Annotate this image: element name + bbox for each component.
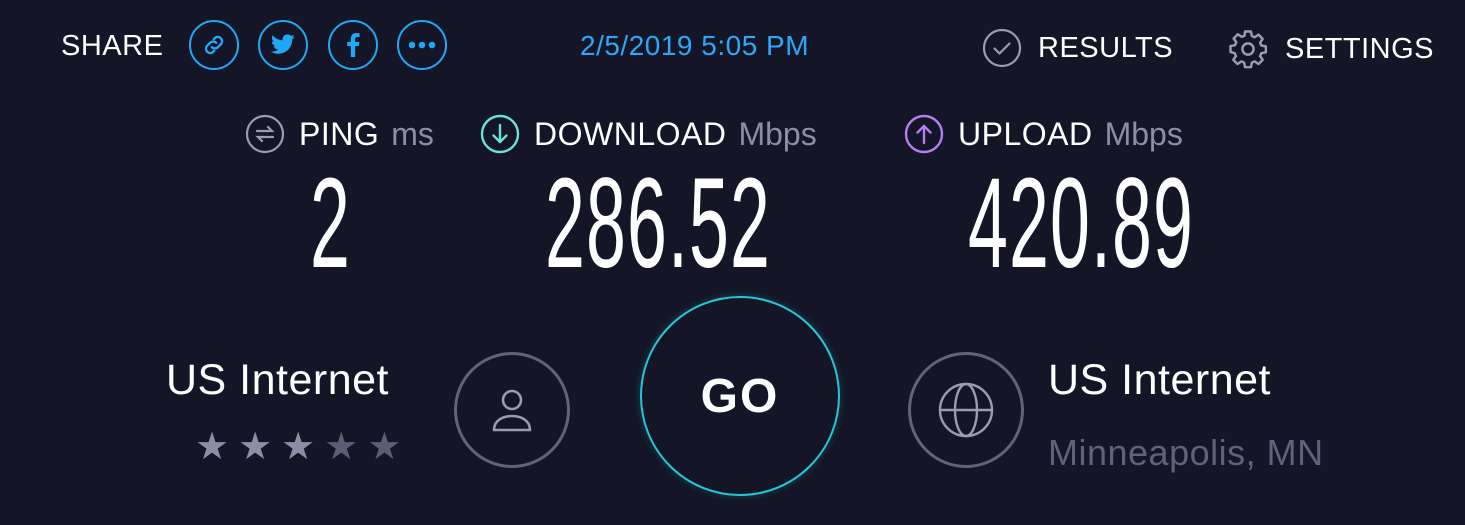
star-icon[interactable]: ★ <box>238 428 272 466</box>
isp-name: US Internet <box>166 356 389 404</box>
star-icon[interactable]: ★ <box>195 428 229 466</box>
server-button[interactable] <box>908 352 1024 468</box>
star-icon[interactable]: ★ <box>281 428 315 466</box>
twitter-icon <box>270 34 295 54</box>
ping-unit: ms <box>391 115 434 152</box>
download-label: DOWNLOAD <box>534 115 727 152</box>
facebook-icon <box>347 33 360 57</box>
share-twitter-button[interactable] <box>258 20 308 70</box>
star-icon[interactable]: ★ <box>367 428 401 466</box>
results-label: RESULTS <box>1038 31 1174 64</box>
ping-header: PING ms <box>245 114 434 154</box>
isp-rating[interactable]: ★ ★ ★ ★ ★ <box>195 428 401 466</box>
settings-button[interactable]: SETTINGS <box>1227 28 1434 70</box>
upload-unit: Mbps <box>1104 115 1183 152</box>
download-unit: Mbps <box>738 115 817 152</box>
ping-icon <box>245 114 285 154</box>
globe-icon <box>938 382 994 438</box>
server-location[interactable]: Minneapolis, MN <box>1048 432 1324 474</box>
results-button[interactable]: RESULTS <box>982 28 1173 68</box>
ping-value: 2 <box>310 152 351 295</box>
test-timestamp: 2/5/2019 5:05 PM <box>580 30 810 61</box>
upload-label: UPLOAD <box>958 115 1093 152</box>
ping-label: PING <box>299 115 380 152</box>
share-facebook-button[interactable] <box>328 20 378 70</box>
go-button[interactable]: GO <box>640 296 840 496</box>
more-icon <box>408 41 436 49</box>
link-icon <box>204 35 224 55</box>
server-name: US Internet <box>1048 356 1271 404</box>
user-icon <box>492 389 532 432</box>
check-circle-icon <box>982 28 1022 68</box>
upload-icon <box>904 114 944 154</box>
provider-button[interactable] <box>454 352 570 468</box>
upload-header: UPLOAD Mbps <box>904 114 1183 154</box>
settings-label: SETTINGS <box>1285 32 1435 65</box>
share-link-button[interactable] <box>189 20 239 70</box>
star-icon[interactable]: ★ <box>324 428 358 466</box>
share-label: SHARE <box>61 30 164 62</box>
download-value: 286.52 <box>545 152 771 295</box>
share-more-button[interactable] <box>397 20 447 70</box>
download-header: DOWNLOAD Mbps <box>480 114 817 154</box>
gear-icon <box>1229 30 1268 69</box>
upload-value: 420.89 <box>968 152 1194 295</box>
download-icon <box>480 114 520 154</box>
